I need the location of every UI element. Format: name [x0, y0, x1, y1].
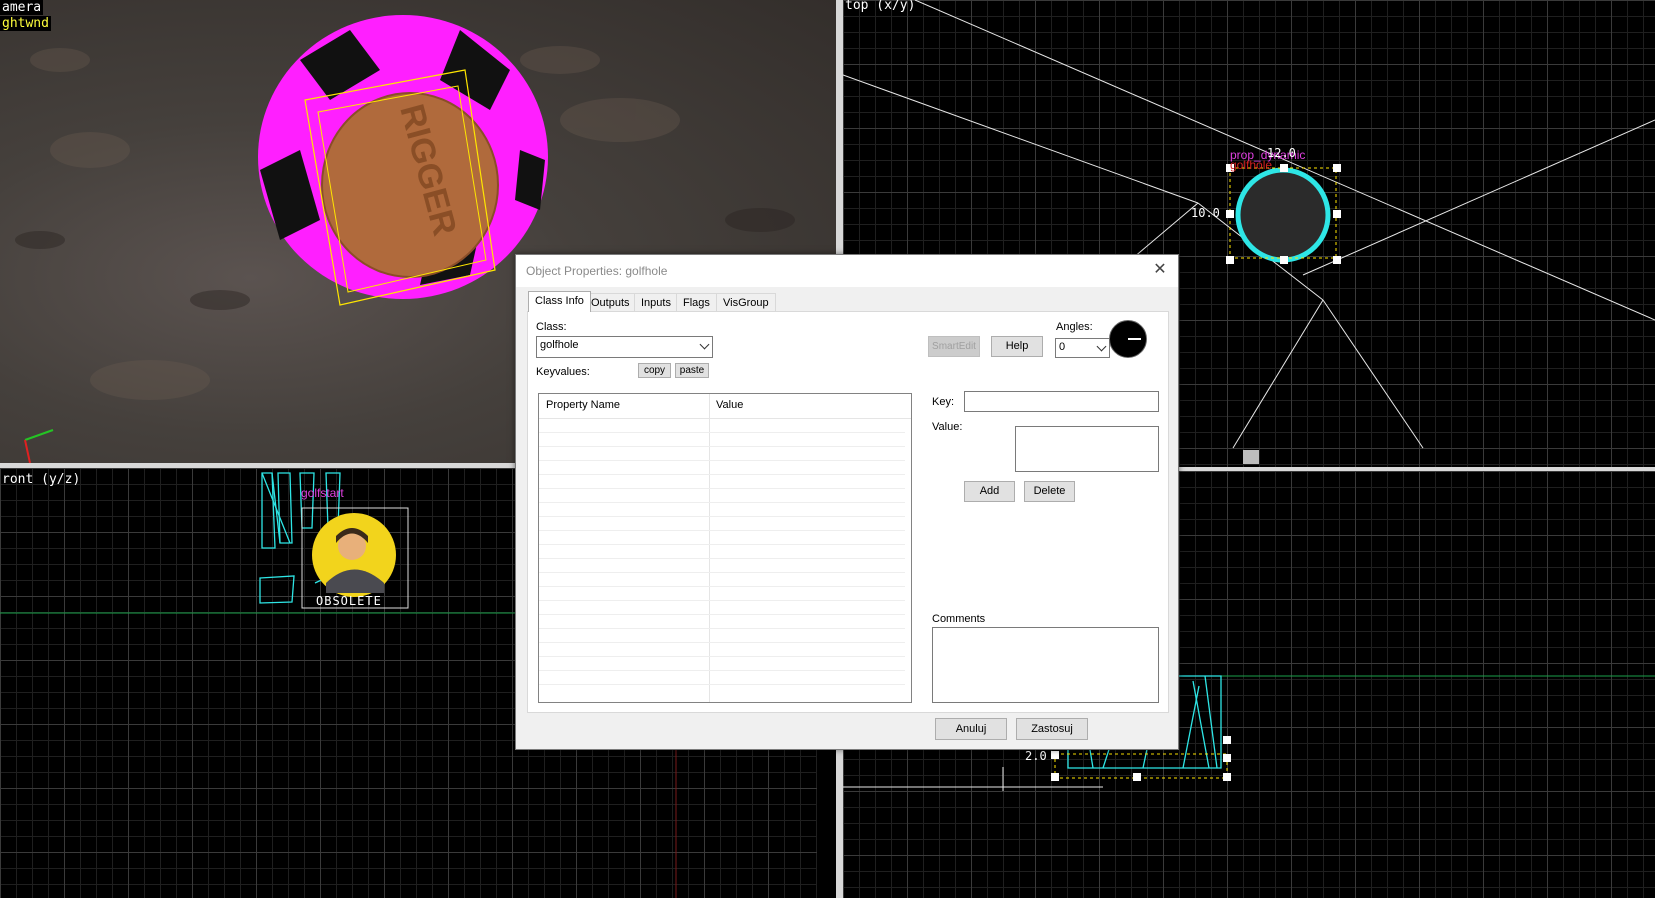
golfhole-top — [1235, 167, 1331, 263]
obsolete-label: OBSOLETE — [316, 594, 382, 608]
paste-button[interactable]: paste — [675, 363, 709, 378]
key-input[interactable] — [964, 391, 1159, 412]
class-value: golfhole — [540, 339, 579, 351]
dimension-width: 12.0 — [1267, 146, 1296, 160]
tab-outputs[interactable]: Outputs — [584, 293, 637, 312]
side-dimension: 2.0 — [1025, 749, 1047, 763]
entity-label-golfstart: golfstart — [301, 486, 344, 500]
chevron-down-icon — [699, 339, 710, 350]
angles-value: 0 — [1059, 341, 1066, 353]
apply-button[interactable]: Zastosuj — [1016, 718, 1088, 740]
comments-textarea[interactable] — [932, 627, 1159, 703]
property-name-header[interactable]: Property Name — [546, 399, 620, 411]
tab-visgroup[interactable]: VisGroup — [716, 293, 776, 312]
top-label: top (x/y) — [845, 0, 916, 13]
value-header[interactable]: Value — [716, 399, 743, 411]
comments-label: Comments — [932, 613, 986, 625]
chevron-down-icon — [1096, 341, 1107, 352]
tab-inputs[interactable]: Inputs — [634, 293, 678, 312]
class-dropdown[interactable]: golfhole — [536, 336, 713, 358]
keyvalues-header: Property Name Value — [539, 394, 911, 419]
entity-label-golfhole: golfhole — [1230, 158, 1273, 172]
class-label: Class: — [536, 321, 567, 333]
copy-button[interactable]: copy — [638, 363, 671, 378]
help-button[interactable]: Help — [991, 336, 1043, 357]
dialog-titlebar[interactable]: Object Properties: golfhole ✕ — [516, 255, 1178, 287]
keyvalues-label: Keyvalues: — [536, 366, 590, 378]
camera-sublabel: ghtwnd — [0, 16, 51, 31]
angles-label: Angles: — [1056, 321, 1093, 333]
delete-button[interactable]: Delete — [1024, 481, 1075, 502]
camera-label: amera — [0, 0, 44, 15]
dialog-title: Object Properties: golfhole — [526, 264, 668, 278]
value-input[interactable] — [1015, 426, 1159, 472]
value-label: Value: — [932, 421, 963, 433]
key-label: Key: — [932, 396, 955, 408]
add-button[interactable]: Add — [964, 481, 1015, 502]
smartedit-button[interactable]: SmartEdit — [928, 336, 980, 357]
dimension-height: 10.0 — [1191, 206, 1220, 220]
front-label: ront (y/z) — [2, 472, 81, 487]
object-properties-dialog: Object Properties: golfhole ✕ Class Info… — [515, 254, 1179, 750]
angle-dial-icon[interactable] — [1109, 320, 1147, 358]
tab-class-info[interactable]: Class Info — [528, 291, 591, 312]
close-icon[interactable]: ✕ — [1142, 255, 1178, 287]
angles-dropdown[interactable]: 0 — [1055, 338, 1110, 358]
cancel-button[interactable]: Anuluj — [935, 718, 1007, 740]
keyvalues-list[interactable]: Property Name Value — [538, 393, 912, 703]
tab-flags[interactable]: Flags — [676, 293, 717, 312]
